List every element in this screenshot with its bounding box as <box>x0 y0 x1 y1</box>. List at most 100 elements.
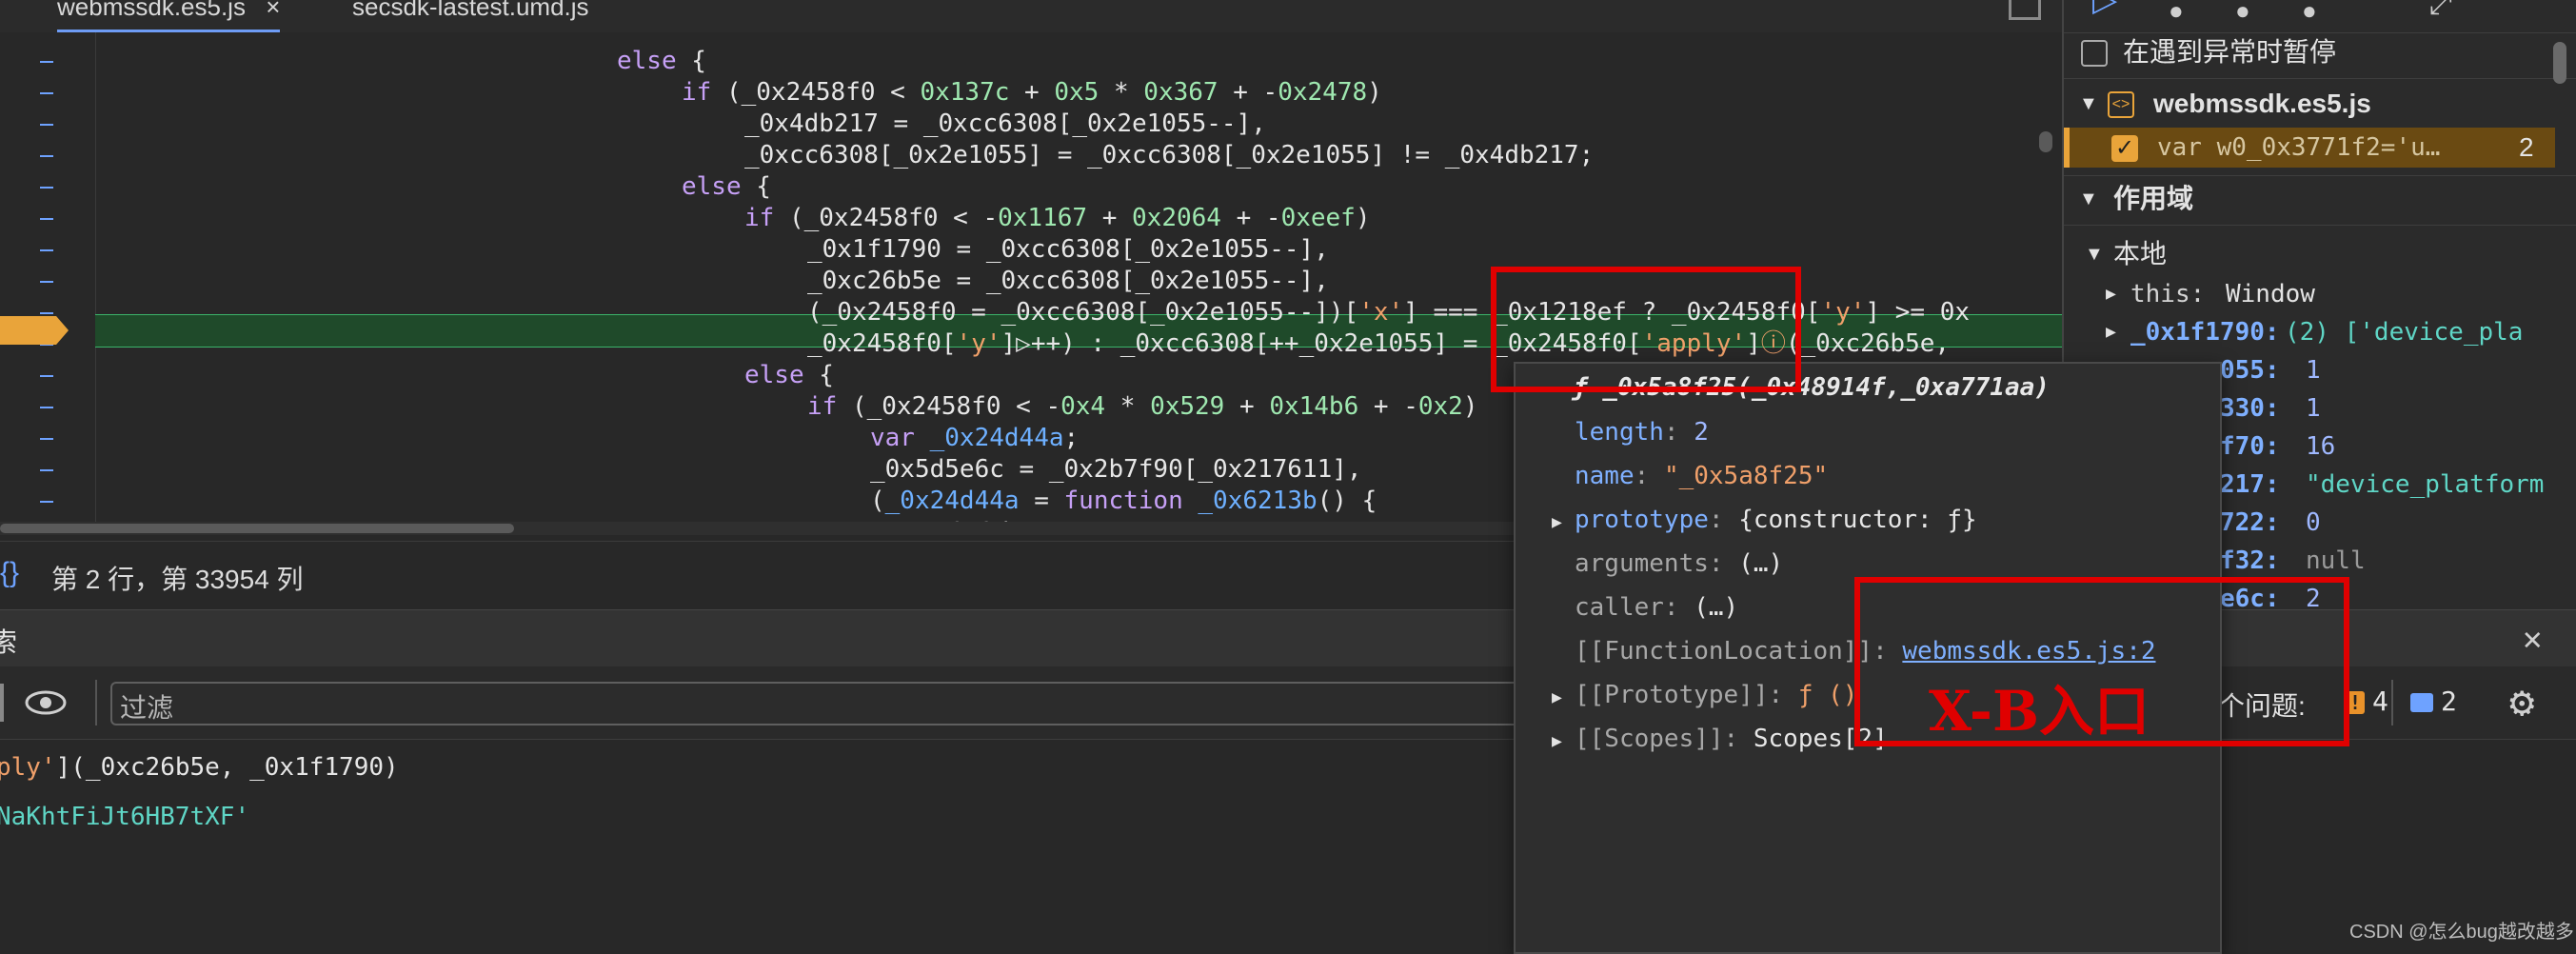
code-token: { <box>803 361 834 389</box>
sidebar-scroll-thumb[interactable] <box>2553 42 2566 84</box>
popover-property[interactable]: name: "_0x5a8f25" <box>1552 459 1828 493</box>
chevron-down-icon: ▼ <box>2079 189 2098 209</box>
collapse-panel-icon[interactable] <box>2009 0 2041 20</box>
divider <box>95 680 97 725</box>
code-line: if (_0x2458f0 < -0x1167 + 0x2064 + -0xee… <box>744 203 1371 234</box>
code-line: else { <box>744 360 834 391</box>
close-drawer-icon[interactable]: ✕ <box>2523 620 2542 658</box>
line-number-dash[interactable] <box>40 124 53 126</box>
code-token: if <box>744 204 775 232</box>
chevron-right-icon: ▶ <box>1552 731 1562 751</box>
tab-webmssdk[interactable]: webmssdk.es5.js × <box>57 0 281 32</box>
info-count: 2 <box>2441 686 2457 717</box>
gear-icon[interactable]: ⚙ <box>2509 678 2535 726</box>
popover-property[interactable]: length: 2 <box>1552 415 1709 449</box>
chevron-right-icon: ▶ <box>1552 687 1562 707</box>
line-number-dash[interactable] <box>40 312 53 314</box>
code-token: = <box>1019 487 1064 515</box>
console-line: NaKhtFiJt6HB7tXF' <box>0 802 249 833</box>
editor-tab-bar: webmssdk.es5.js × secsdk-lastest.umd.js <box>0 0 2062 33</box>
code-token: (_0x2458f0 = _0xcc6308[_0x2e1055--])[ <box>807 298 1359 327</box>
code-token: ; <box>1063 424 1080 452</box>
checkbox[interactable] <box>2081 40 2108 67</box>
line-number-dash[interactable] <box>40 187 53 189</box>
popover-property[interactable]: arguments: (…) <box>1552 547 1783 581</box>
property-value: 2 <box>1694 418 1709 447</box>
code-line: _0x1f1790 = _0xcc6308[_0x2e1055--], <box>807 234 1329 266</box>
code-token: (_0x2458f0 < <box>711 78 921 107</box>
popover-property[interactable]: ▶ [[Prototype]]: ƒ () <box>1552 678 1857 712</box>
line-number-dash[interactable] <box>40 407 53 408</box>
code-token: _0x24d44a <box>884 487 1020 515</box>
annotation-text: X-B入口 <box>1929 679 2150 744</box>
line-number-dash[interactable] <box>40 92 53 94</box>
code-token: 0xeef <box>1280 204 1356 232</box>
var-value: 16 <box>2306 432 2336 461</box>
chevron-right-icon: ▶ <box>2106 284 2116 304</box>
breakpoint-file-row[interactable]: ▼ <> webmssdk.es5.js <box>2064 86 2576 122</box>
resume-icon[interactable]: ▷ <box>2092 0 2117 19</box>
eye-icon[interactable] <box>25 689 67 715</box>
line-number-dash[interactable] <box>40 281 53 283</box>
popover-property[interactable]: caller: (…) <box>1552 590 1738 625</box>
pause-on-exceptions-row[interactable]: 在遇到异常时暂停 <box>2064 34 2576 70</box>
step-out-icon[interactable]: ● <box>2302 0 2317 26</box>
step-into-icon[interactable]: ● <box>2235 0 2250 26</box>
tab-secsdk[interactable]: secsdk-lastest.umd.js <box>352 0 589 32</box>
line-number-dash[interactable] <box>40 469 53 471</box>
console-token: ply' <box>0 753 56 782</box>
popover-property[interactable]: ▶ prototype: {constructor: ƒ} <box>1552 503 1977 537</box>
code-line: if (_0x2458f0 < -0x4 * 0x529 + 0x14b6 + … <box>807 391 1477 423</box>
line-number-dash[interactable] <box>40 438 53 440</box>
close-icon[interactable]: × <box>266 0 280 21</box>
property-key: [[Prototype]] <box>1575 681 1769 709</box>
line-number-dash[interactable] <box>40 155 53 157</box>
property-colon: : <box>1768 681 1798 709</box>
horizontal-scrollbar-thumb[interactable] <box>0 524 514 533</box>
scope-var-this[interactable]: ▶ this: Window <box>2064 276 2576 312</box>
line-gutter[interactable] <box>0 32 96 522</box>
line-number-dash[interactable] <box>40 61 53 63</box>
deactivate-breakpoints-icon[interactable]: ⤢ <box>2429 0 2452 21</box>
breakpoint-item[interactable]: ✓ var w0_0x3771f2='u… 2 <box>2064 128 2555 168</box>
code-token: (_0xc26b5e, <box>1785 329 1951 358</box>
code-token: ] >= 0x <box>1865 298 1970 327</box>
scope-var-1[interactable]: ▶ _0x1f1790: (2) ['device_pla <box>2064 314 2576 350</box>
console-token: NaKhtFiJt6HB7tXF' <box>0 803 250 831</box>
code-token: * <box>1099 78 1144 107</box>
var-value: 1 <box>2306 394 2321 423</box>
code-token: + - <box>1220 204 1281 232</box>
step-over-icon[interactable]: ● <box>2169 0 2184 26</box>
code-token: 0x2 <box>1417 392 1463 421</box>
line-number-dash[interactable] <box>40 375 53 377</box>
line-number-dash[interactable] <box>40 218 53 220</box>
var-key: 330: <box>2220 394 2280 423</box>
code-line: _0x4db217 = _0xcc6308[_0x2e1055--], <box>744 109 1266 140</box>
breakpoint-marker[interactable] <box>0 316 69 345</box>
highlight-box-apply <box>1491 267 1801 392</box>
code-token: 0x137c <box>920 78 1010 107</box>
line-number-dash[interactable] <box>40 249 53 251</box>
property-key: prototype <box>1575 506 1709 534</box>
filter-placeholder: 过滤 <box>120 693 174 723</box>
watermark: CSDN @怎么bug越改越多 <box>2349 922 2574 943</box>
vertical-scrollbar[interactable] <box>2039 131 2052 152</box>
cursor-position: 第 2 行，第 33954 列 <box>51 565 304 594</box>
code-line: else { <box>617 46 706 77</box>
code-line: var _0x24d44a; <box>870 423 1079 454</box>
checkbox-checked-icon[interactable]: ✓ <box>2111 135 2138 162</box>
var-key: f32: <box>2220 547 2280 575</box>
code-token: _0xcc6308[_0x2e1055] = _0xcc6308[_0x2e10… <box>744 141 1595 169</box>
scope-section-header[interactable]: ▼ 作用域 <box>2064 181 2576 217</box>
var-value: (2) ['device_pla <box>2285 318 2524 347</box>
breakpoint-file-name: webmssdk.es5.js <box>2153 89 2371 118</box>
scope-title: 作用域 <box>2113 184 2194 213</box>
popover-property[interactable]: ▶ [[Scopes]]: Scopes[2] <box>1552 722 1888 756</box>
pretty-print-icon[interactable]: {} <box>0 557 19 589</box>
code-token: _0x2458f0[ <box>807 329 957 358</box>
code-token: 0x2478 <box>1278 78 1368 107</box>
line-number-dash[interactable] <box>40 501 53 503</box>
property-colon: : <box>1663 418 1694 447</box>
local-scope-header[interactable]: ▼ 本地 <box>2064 236 2576 272</box>
